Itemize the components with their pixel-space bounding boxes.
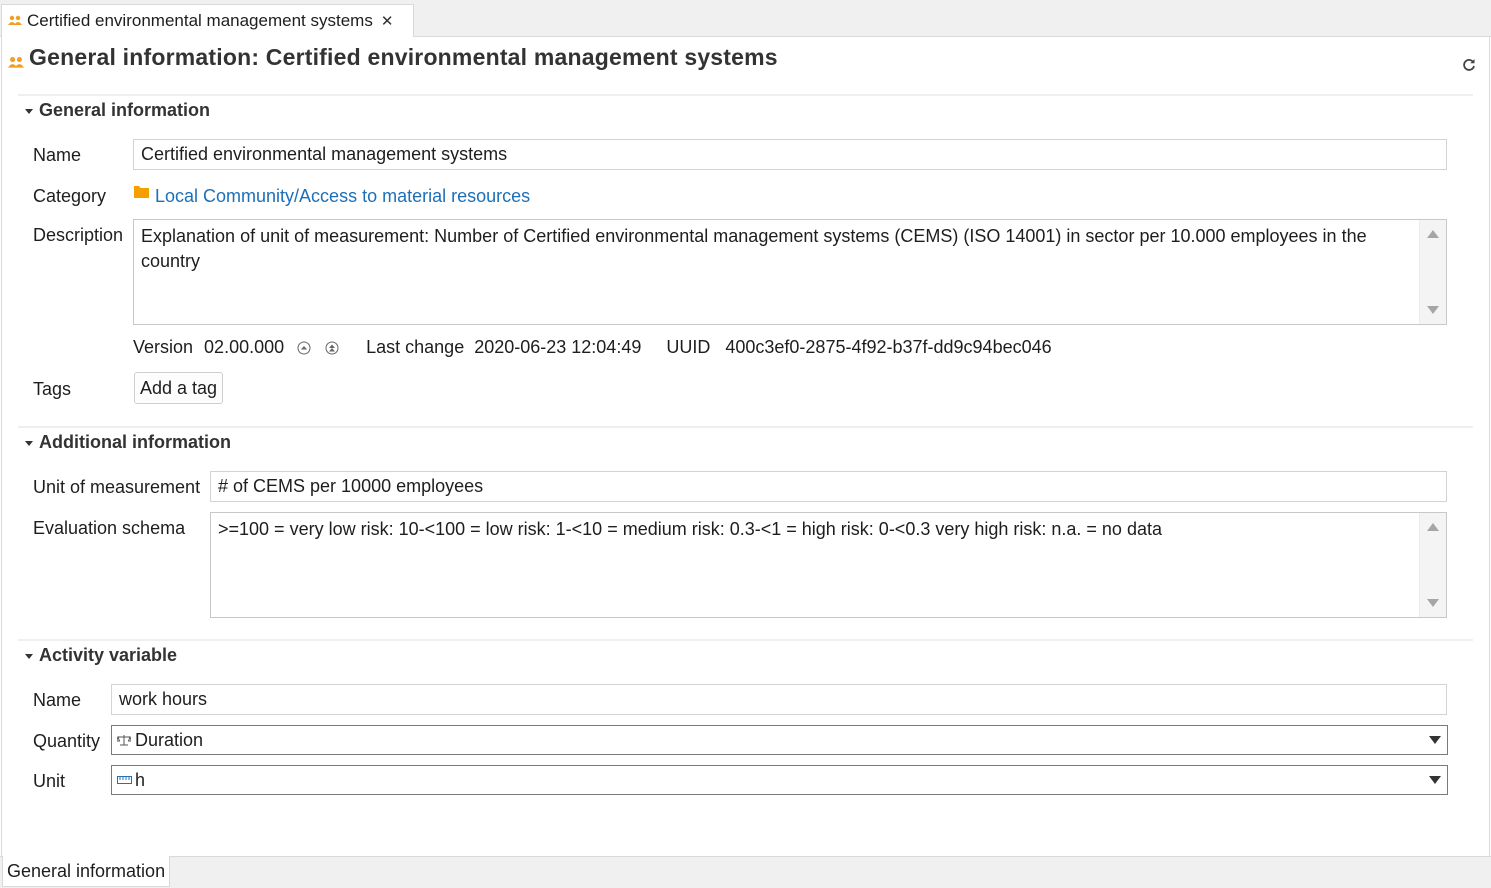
social-indicator-icon [8, 55, 24, 71]
editor-tab-bar: Certified environmental management syste… [0, 0, 1491, 37]
activity-name-label: Name [33, 690, 82, 710]
page-tab-bar: General information [0, 856, 1491, 888]
last-change-label: Last change [366, 337, 465, 357]
additional-section-header[interactable]: Additional information [24, 432, 231, 453]
unit-of-measurement-field[interactable]: # of CEMS per 10000 employees [210, 471, 1447, 502]
category-label: Category [33, 186, 107, 206]
general-section-title: General information [39, 100, 211, 120]
ruler-icon [117, 773, 132, 787]
collapse-triangle-icon [24, 438, 34, 448]
name-label: Name [33, 145, 82, 165]
evaluation-schema-text: >=100 = very low risk: 10-<100 = low ris… [218, 519, 1162, 539]
scroll-up-icon[interactable] [1427, 230, 1439, 238]
scale-icon [117, 733, 132, 747]
collapse-triangle-icon [24, 106, 34, 116]
refresh-icon[interactable] [1461, 57, 1477, 73]
activity-section-title: Activity variable [39, 645, 178, 665]
last-change-value: 2020-06-23 12:04:49 [474, 337, 642, 357]
version-row: Version 02.00.000 Last change 2020-06-23… [133, 337, 1052, 358]
quantity-select[interactable]: Duration [111, 725, 1448, 755]
evaluation-schema-textarea[interactable]: >=100 = very low risk: 10-<100 = low ris… [210, 512, 1447, 618]
scroll-up-icon[interactable] [1427, 523, 1439, 531]
scroll-down-icon[interactable] [1427, 599, 1439, 607]
chevron-down-icon[interactable] [1429, 776, 1441, 784]
uuid-value: 400c3ef0-2875-4f92-b37f-dd9c94bec046 [725, 337, 1052, 357]
name-field[interactable]: Certified environmental management syste… [133, 139, 1447, 170]
activity-name-field[interactable]: work hours [111, 684, 1447, 715]
unit-label: Unit [33, 771, 66, 791]
editor-tab[interactable]: Certified environmental management syste… [1, 4, 414, 37]
scroll-down-icon[interactable] [1427, 306, 1439, 314]
unit-value: h [135, 769, 146, 790]
quantity-value: Duration [135, 729, 204, 750]
version-major-increment-icon[interactable] [325, 341, 339, 355]
version-value: 02.00.000 [204, 337, 285, 357]
tags-label: Tags [33, 379, 72, 399]
editor-tab-title: Certified environmental management syste… [27, 11, 373, 30]
page-title: General information: Certified environme… [29, 44, 778, 70]
folder-icon [134, 183, 149, 198]
section-separator [18, 94, 1473, 96]
general-section-header[interactable]: General information [24, 100, 210, 121]
collapse-triangle-icon [24, 651, 34, 661]
close-tab-icon[interactable]: ✕ [381, 12, 394, 30]
category-link[interactable]: Local Community/Access to material resou… [155, 186, 530, 207]
activity-section-header[interactable]: Activity variable [24, 645, 177, 666]
section-separator [18, 426, 1473, 428]
additional-section-title: Additional information [39, 432, 231, 452]
uuid-label: UUID [666, 337, 711, 357]
version-label: Version [133, 337, 194, 357]
description-text: Explanation of unit of measurement: Numb… [141, 226, 1367, 271]
evaluation-schema-label: Evaluation schema [33, 518, 186, 538]
social-indicator-icon [8, 14, 22, 28]
unit-select[interactable]: h [111, 765, 1448, 795]
evaluation-schema-scrollbar[interactable] [1419, 513, 1446, 617]
section-separator [18, 639, 1473, 641]
description-scrollbar[interactable] [1419, 220, 1446, 324]
quantity-label: Quantity [33, 731, 101, 751]
add-tag-button[interactable]: Add a tag [134, 372, 223, 404]
tab-general-information[interactable]: General information [2, 856, 171, 887]
version-increment-icon[interactable] [297, 341, 311, 355]
unit-of-measurement-label: Unit of measurement [33, 477, 201, 497]
chevron-down-icon[interactable] [1429, 736, 1441, 744]
description-textarea[interactable]: Explanation of unit of measurement: Numb… [133, 219, 1447, 325]
description-label: Description [33, 225, 124, 245]
